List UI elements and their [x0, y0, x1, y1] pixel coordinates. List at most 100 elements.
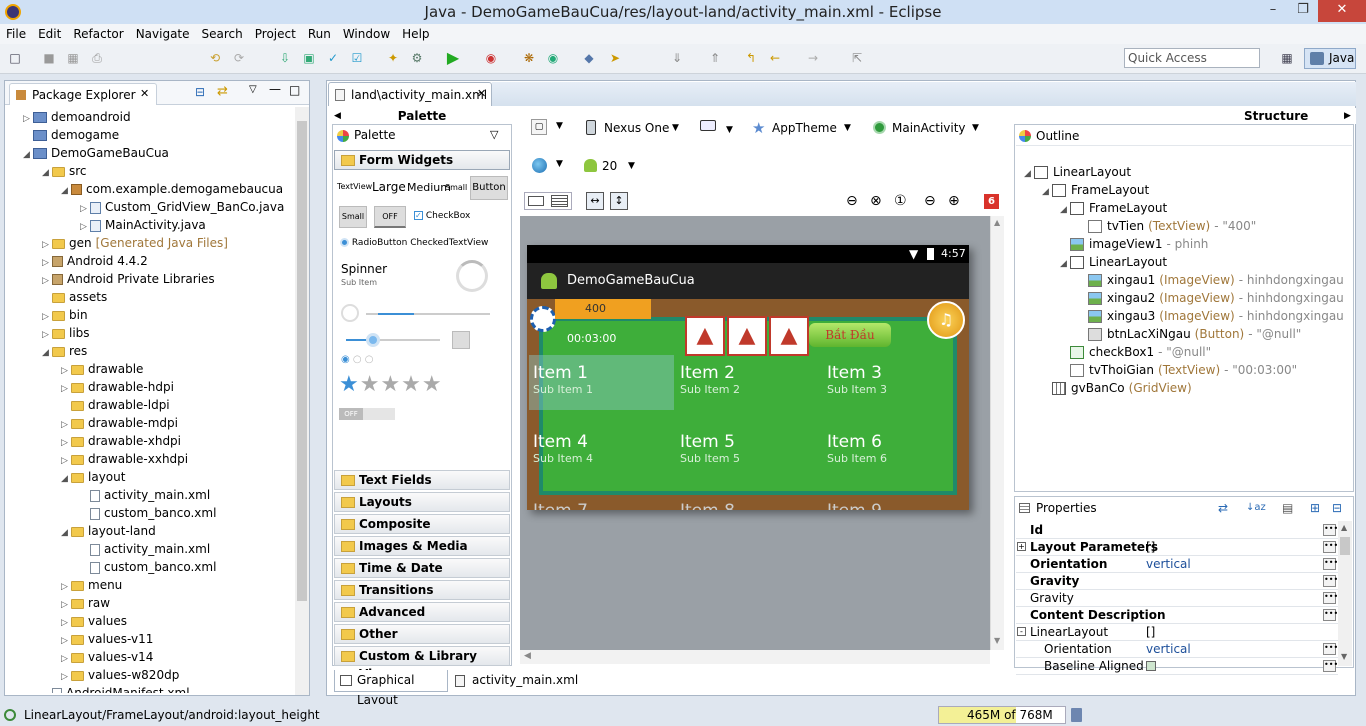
scroll-left-icon[interactable]: ◀ — [524, 651, 531, 661]
widget-small-text[interactable]: Small — [445, 183, 467, 192]
outline-item[interactable]: ◢ FrameLayout — [1042, 181, 1149, 201]
property-row[interactable]: Baseline Aligned ••• — [1016, 658, 1338, 675]
palette-category[interactable]: Custom & Library Views — [334, 646, 510, 681]
tree-item[interactable]: demogame — [23, 126, 119, 144]
tree-item[interactable]: ▷ values-v14 — [61, 648, 153, 668]
tree-expanded-icon[interactable]: ◢ — [23, 146, 33, 164]
sdk-manager-icon[interactable]: ⇩ — [276, 49, 294, 67]
tree-item[interactable]: ▷ bin — [42, 306, 88, 326]
heap-status[interactable]: 465M of 768M — [938, 706, 1066, 724]
api-selector[interactable]: 20 ▼ — [584, 156, 640, 176]
close-button[interactable]: ✕ — [1318, 0, 1366, 22]
tree-item[interactable]: ▷ gen [Generated Java Files] — [42, 234, 228, 254]
palette-category[interactable]: Text Fields — [334, 470, 510, 490]
menu-file[interactable]: File — [0, 24, 32, 44]
run-icon[interactable]: ▶ — [444, 49, 462, 67]
tree-scrollbar[interactable] — [295, 107, 309, 695]
palette-collapse-icon[interactable]: ◀ — [334, 108, 341, 124]
grid-item[interactable]: Item 4 Sub Item 4 — [533, 432, 593, 465]
grid-item[interactable]: Item 3 Sub Item 3 — [827, 363, 887, 396]
tree-item[interactable]: ▷ values-v11 — [61, 630, 153, 650]
error-count-badge[interactable]: 6 — [984, 194, 999, 209]
tree-expanded-icon[interactable]: ◢ — [61, 182, 71, 200]
config-dropdown-icon[interactable]: ▼ — [556, 121, 563, 131]
debug-icon[interactable]: ⚙ — [408, 49, 426, 67]
palette-category[interactable]: Composite — [334, 514, 510, 534]
scroll-down-icon[interactable]: ▼ — [994, 636, 1000, 645]
locale-selector[interactable]: ▼ — [532, 157, 568, 175]
property-row[interactable]: Orientation vertical ••• — [1016, 556, 1338, 573]
save-icon[interactable]: ■ — [40, 49, 58, 67]
dice-1-icon[interactable]: ▲ — [685, 316, 725, 356]
widget-quickcontact-icon[interactable] — [452, 331, 470, 349]
outline-expanded-icon[interactable]: ◢ — [1060, 255, 1070, 273]
property-row[interactable]: Orientation vertical ••• — [1016, 641, 1338, 658]
orientation-selector[interactable]: ▼ — [700, 120, 740, 138]
tree-item[interactable]: ◢ layout — [61, 468, 125, 488]
collapse-props-icon[interactable]: ▤ — [1282, 498, 1293, 518]
widget-switch[interactable]: OFF — [339, 408, 395, 420]
xml-source-tab[interactable]: activity_main.xml — [450, 670, 578, 692]
collapse-all-icon[interactable]: ⊟ — [195, 85, 205, 99]
outline-item[interactable]: ◢ LinearLayout — [1024, 163, 1131, 183]
property-value[interactable]: [] — [1146, 539, 1155, 555]
tree-item[interactable]: ▷ Android 4.4.2 — [42, 252, 148, 272]
tree-item[interactable]: ▷ drawable-xhdpi — [61, 432, 181, 452]
palette-title-bar[interactable]: Palette ▽ — [334, 126, 510, 146]
tree-item[interactable]: ▷ drawable-mdpi — [61, 414, 178, 434]
minimize-button[interactable]: – — [1260, 0, 1286, 22]
redo-icon[interactable]: ⟳ — [230, 49, 248, 67]
canvas-vscrollbar[interactable]: ▲ ▼ — [990, 216, 1004, 650]
property-edit-button[interactable]: ••• — [1323, 643, 1338, 655]
garbage-collect-icon[interactable] — [1071, 708, 1082, 722]
property-expand-icon[interactable]: + — [1017, 542, 1026, 551]
start-button[interactable]: Bắt Đầu — [809, 323, 891, 347]
next-annotation-icon[interactable]: ⇓ — [668, 49, 686, 67]
outline-expanded-icon[interactable]: ◢ — [1042, 183, 1052, 201]
zoom-fit-icon[interactable]: ⊖ — [846, 193, 858, 209]
zoom-100-icon[interactable]: ① — [894, 193, 907, 209]
maximize-button[interactable]: ❐ — [1290, 0, 1316, 22]
maximize-view-icon[interactable]: □ — [289, 83, 300, 97]
checkbox-tool-icon[interactable]: ☑ — [348, 49, 366, 67]
prev-annotation-icon[interactable]: ⇑ — [706, 49, 724, 67]
grid-item[interactable]: Item 2 Sub Item 2 — [680, 363, 740, 396]
widget-progress-small-icon[interactable] — [341, 304, 359, 322]
outline-item[interactable]: checkBox1- "@null" — [1060, 343, 1211, 361]
dice-2-icon[interactable]: ▲ — [727, 316, 767, 356]
zoom-in-icon[interactable]: ⊕ — [948, 193, 960, 209]
last-edit-icon[interactable]: ↰ — [742, 49, 760, 67]
tree-item[interactable]: ◢ com.example.demogamebaucua — [61, 180, 283, 200]
outline-item[interactable]: btnLacXiNgau (Button) - "@null" — [1078, 325, 1301, 343]
tree-item[interactable]: ▷ libs — [42, 324, 90, 344]
property-edit-button[interactable]: ••• — [1323, 575, 1338, 587]
property-row[interactable]: Gravity ••• — [1016, 590, 1338, 607]
search-tool-icon[interactable]: ➤ — [606, 49, 624, 67]
property-edit-button[interactable]: ••• — [1323, 541, 1338, 553]
property-checkbox-icon[interactable] — [1146, 661, 1156, 671]
back-icon[interactable]: ← — [766, 49, 784, 67]
expand-all-icon[interactable]: ⊞ — [1310, 498, 1320, 518]
tree-item[interactable]: custom_banco.xml — [80, 558, 216, 576]
layout-vertical-icon[interactable] — [551, 195, 568, 207]
palette-category-form-widgets[interactable]: Form Widgets — [334, 150, 510, 170]
quick-access-input[interactable]: Quick Access — [1124, 48, 1260, 68]
pin-editor-icon[interactable]: ⇱ — [848, 49, 866, 67]
theme-selector[interactable]: ★ AppTheme ▼ — [752, 118, 856, 138]
tree-item[interactable]: ▷ values — [61, 612, 127, 632]
layout-mode-toggle[interactable] — [524, 192, 572, 210]
activity-selector[interactable]: MainActivity ▼ — [872, 118, 984, 138]
outline-item[interactable]: tvThoiGian (TextView) - "00:03:00" — [1060, 361, 1297, 379]
widget-small-button[interactable]: Small — [339, 206, 367, 228]
outline-expanded-icon[interactable]: ◢ — [1060, 201, 1070, 219]
print-icon[interactable]: ⎙ — [88, 49, 106, 67]
outline-expanded-icon[interactable]: ◢ — [1024, 165, 1034, 183]
fill-width-button[interactable]: ↔ — [586, 192, 604, 210]
property-row[interactable]: - LinearLayout [] — [1016, 624, 1338, 641]
outline-item[interactable]: gvBanCo (GridView) — [1042, 379, 1192, 397]
tree-item[interactable]: assets — [42, 288, 107, 306]
layout-horizontal-icon[interactable] — [528, 196, 544, 206]
palette-category[interactable]: Images & Media — [334, 536, 510, 556]
property-value[interactable]: [] — [1146, 624, 1155, 640]
property-row[interactable]: Content Description ••• — [1016, 607, 1338, 624]
